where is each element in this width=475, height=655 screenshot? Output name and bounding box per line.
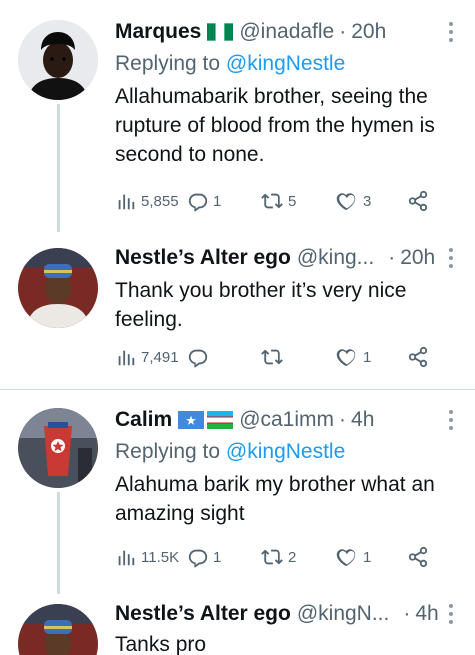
tweet-header: Nestle’s Alter ego @kingN... · 4h xyxy=(115,602,439,626)
replying-to: Replying to @kingNestle xyxy=(115,52,346,75)
like-icon xyxy=(335,190,359,212)
retweet-button[interactable]: 2 xyxy=(260,546,296,568)
retweet-count: 5 xyxy=(288,192,297,210)
thread-line xyxy=(57,492,60,594)
avatar-nestle[interactable] xyxy=(18,604,98,655)
views-icon xyxy=(115,190,137,212)
tweet-content: Marques @inadafle · 20h Replying to @kin… xyxy=(115,18,455,169)
more-options-icon[interactable] xyxy=(447,604,455,628)
views-button[interactable]: 11.5K xyxy=(115,546,179,568)
tweet-content: Nestle’s Alter ego @kingN... · 4h Tanks … xyxy=(115,600,455,655)
views-count: 5,855 xyxy=(141,192,179,210)
timestamp[interactable]: 20h xyxy=(351,20,386,44)
reply-icon xyxy=(187,190,209,212)
retweet-icon xyxy=(260,190,284,212)
tweet-header: Nestle’s Alter ego @king... · 20h xyxy=(115,246,436,270)
handle[interactable]: @inadafle xyxy=(239,20,334,44)
avatar-marques[interactable] xyxy=(18,20,98,100)
tweet-marques[interactable]: Marques @inadafle · 20h Replying to @kin… xyxy=(0,0,475,232)
handle[interactable]: @kingN... xyxy=(297,602,390,626)
nigeria-flag-icon xyxy=(207,23,234,41)
like-count: 1 xyxy=(363,548,372,566)
display-name[interactable]: Nestle’s Alter ego xyxy=(115,246,291,270)
retweet-button[interactable] xyxy=(260,346,284,368)
timestamp[interactable]: 4h xyxy=(351,408,374,432)
tweet-actions: 11.5K 1 2 1 xyxy=(115,546,435,570)
share-icon xyxy=(407,346,429,368)
views-count: 11.5K xyxy=(141,548,180,566)
like-button[interactable]: 1 xyxy=(335,546,371,568)
handle[interactable]: @ca1imm xyxy=(239,408,334,432)
share-button[interactable] xyxy=(407,190,429,212)
views-button[interactable]: 7,491 xyxy=(115,346,179,368)
reply-count: 1 xyxy=(213,548,222,566)
retweet-button[interactable]: 5 xyxy=(260,190,296,212)
replying-to: Replying to @kingNestle xyxy=(115,440,346,463)
like-count: 3 xyxy=(363,192,372,210)
like-icon xyxy=(335,346,359,368)
timestamp[interactable]: 20h xyxy=(400,246,435,270)
reply-icon xyxy=(187,346,209,368)
tweet-text: Alahuma barik my brother what an amazing… xyxy=(115,473,435,525)
like-button[interactable]: 3 xyxy=(335,190,371,212)
like-count: 1 xyxy=(363,348,372,366)
views-count: 7,491 xyxy=(141,348,179,366)
share-button[interactable] xyxy=(407,346,429,368)
tweet-content: Nestle’s Alter ego @king... · 20h Thank … xyxy=(115,244,455,334)
tweet-calim[interactable]: Calim @ca1imm · 4h Replying to @kingNest… xyxy=(0,390,475,594)
tweet-header: Marques @inadafle · 20h xyxy=(115,20,387,44)
tweet-text: Tanks pro xyxy=(115,633,207,655)
share-icon xyxy=(407,190,429,212)
reply-button[interactable] xyxy=(187,346,209,368)
tweet-text: Allahumabarik brother, seeing the ruptur… xyxy=(115,85,435,166)
views-icon xyxy=(115,546,137,568)
like-button[interactable]: 1 xyxy=(335,346,371,368)
like-icon xyxy=(335,546,359,568)
tweet-nestle-reply-2[interactable]: Nestle’s Alter ego @kingN... · 4h Tanks … xyxy=(0,594,475,655)
reply-button[interactable]: 1 xyxy=(187,190,221,212)
somalia-flag-icon xyxy=(178,411,205,429)
display-name[interactable]: Marques xyxy=(115,20,201,44)
tweet-header: Calim @ca1imm · 4h xyxy=(115,408,375,432)
display-name[interactable]: Nestle’s Alter ego xyxy=(115,602,291,626)
avatar-nestle[interactable] xyxy=(18,248,98,328)
handle[interactable]: @king... xyxy=(297,246,374,270)
tweet-actions: 5,855 1 5 3 xyxy=(115,190,435,214)
avatar-calim[interactable] xyxy=(18,408,98,488)
more-options-icon[interactable] xyxy=(447,410,455,434)
tweet-text: Thank you brother it’s very nice feeling… xyxy=(115,279,407,331)
views-button[interactable]: 5,855 xyxy=(115,190,179,212)
reply-count: 1 xyxy=(213,192,222,210)
mention-link[interactable]: @kingNestle xyxy=(226,52,345,75)
display-name[interactable]: Calim xyxy=(115,408,172,432)
tweet-actions: 7,491 1 xyxy=(115,346,435,370)
tweet-content: Calim @ca1imm · 4h Replying to @kingNest… xyxy=(115,406,455,528)
retweet-count: 2 xyxy=(288,548,297,566)
more-options-icon[interactable] xyxy=(447,248,455,272)
more-options-icon[interactable] xyxy=(447,22,455,46)
uzbekistan-flag-icon xyxy=(207,411,234,429)
tweet-nestle-reply-1[interactable]: Nestle’s Alter ego @king... · 20h Thank … xyxy=(0,232,475,390)
mention-link[interactable]: @kingNestle xyxy=(226,440,345,463)
share-icon xyxy=(407,546,429,568)
timestamp[interactable]: 4h xyxy=(415,602,438,626)
share-button[interactable] xyxy=(407,546,429,568)
retweet-icon xyxy=(260,346,284,368)
reply-icon xyxy=(187,546,209,568)
reply-button[interactable]: 1 xyxy=(187,546,221,568)
retweet-icon xyxy=(260,546,284,568)
views-icon xyxy=(115,346,137,368)
thread-line xyxy=(57,104,60,232)
